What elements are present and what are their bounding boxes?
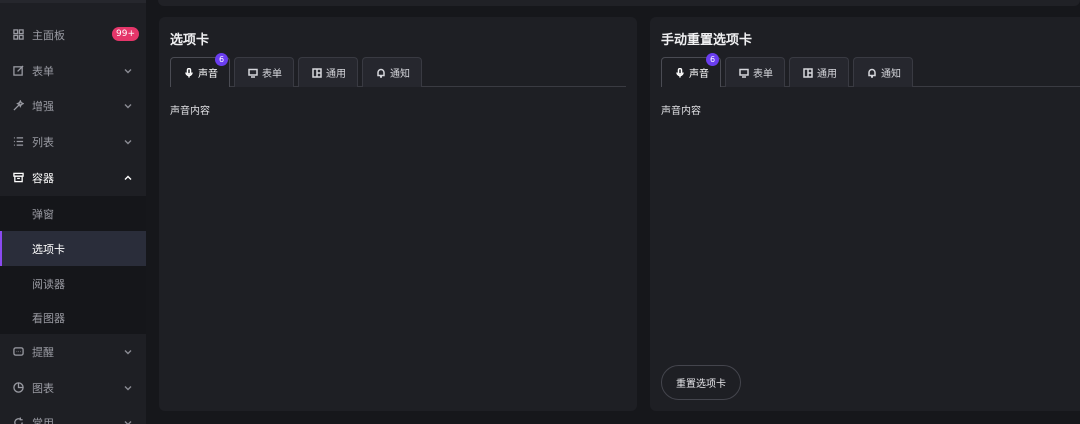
refresh-icon [12, 417, 24, 424]
tab-count-badge: 6 [215, 53, 228, 66]
reset-tabs-button[interactable]: 重置选项卡 [661, 365, 741, 400]
tab-general[interactable]: 通用 [298, 57, 358, 87]
top-panel-edge [158, 0, 1080, 6]
pie-chart-icon [12, 382, 24, 394]
archive-box-icon [12, 172, 24, 184]
chevron-down-icon [124, 348, 132, 356]
tabs-card: 选项卡 声音 6 表单 通用 通知 声音内容 [159, 17, 637, 411]
sidebar-item-dashboard[interactable]: 主面板 99+ [0, 17, 146, 52]
sidebar-item-label: 常用 [32, 416, 54, 424]
tab-label: 表单 [262, 69, 282, 80]
monitor-icon [739, 68, 749, 78]
sidebar-subitem-label: 弹窗 [32, 207, 54, 221]
sidebar-subitem-image-viewer[interactable]: 看图器 [0, 300, 146, 335]
sidebar-item-container[interactable]: 容器 [0, 160, 146, 195]
tab-content: 声音内容 [170, 106, 210, 117]
sidebar: 主面板 99+ 表单 增强 列表 容器 弹窗 选项卡 阅读器 看图器 提醒 图表… [0, 0, 146, 424]
chevron-down-icon [124, 67, 132, 75]
tab-count-badge: 6 [706, 53, 719, 66]
tab-general[interactable]: 通用 [789, 57, 849, 87]
manual-reset-tabs-card: 手动重置选项卡 声音 6 表单 通用 通知 声音内容 重置选项卡 [650, 17, 1080, 411]
list-icon [12, 136, 24, 148]
sidebar-item-label: 表单 [32, 64, 54, 78]
sidebar-item-common[interactable]: 常用 [0, 405, 146, 424]
sidebar-item-label: 容器 [32, 171, 54, 185]
sidebar-item-alert[interactable]: 提醒 [0, 334, 146, 369]
sidebar-item-label: 列表 [32, 135, 54, 149]
tab-content: 声音内容 [661, 106, 701, 117]
notification-badge: 99+ [112, 27, 139, 41]
layout-icon [312, 67, 322, 78]
dashboard-grid-icon [12, 29, 24, 41]
tab-label: 通用 [817, 69, 837, 80]
microphone-icon [675, 67, 685, 78]
message-icon [12, 346, 24, 358]
sidebar-item-chart[interactable]: 图表 [0, 370, 146, 405]
tab-label: 声音 [198, 69, 218, 80]
bell-icon [376, 68, 386, 78]
chevron-down-icon [124, 102, 132, 110]
sidebar-item-label: 图表 [32, 381, 54, 395]
sidebar-top-divider [0, 0, 146, 3]
tab-sound[interactable]: 声音 6 [661, 53, 721, 87]
sidebar-item-label: 增强 [32, 99, 54, 113]
sidebar-subitem-reader[interactable]: 阅读器 [0, 266, 146, 301]
card-title: 手动重置选项卡 [661, 33, 753, 48]
sidebar-item-enhance[interactable]: 增强 [0, 88, 146, 123]
monitor-icon [248, 68, 258, 78]
sidebar-subitem-label: 看图器 [32, 311, 65, 325]
form-edit-icon [12, 65, 24, 77]
sidebar-subitem-tabs[interactable]: 选项卡 [0, 231, 146, 266]
microphone-icon [184, 67, 194, 78]
tab-form[interactable]: 表单 [725, 57, 785, 87]
tab-label: 声音 [689, 69, 709, 80]
chevron-down-icon [124, 138, 132, 146]
sidebar-item-label: 提醒 [32, 345, 54, 359]
card-title: 选项卡 [170, 33, 210, 48]
tab-label: 通知 [881, 69, 901, 80]
tab-label: 通知 [390, 69, 410, 80]
chevron-down-icon [124, 419, 132, 424]
tab-label: 通用 [326, 69, 346, 80]
sidebar-item-label: 主面板 [32, 28, 65, 42]
magic-wand-icon [12, 100, 24, 112]
sidebar-submenu: 弹窗 选项卡 阅读器 看图器 [0, 196, 146, 334]
sidebar-item-form[interactable]: 表单 [0, 53, 146, 88]
chevron-up-icon [124, 174, 132, 182]
sidebar-item-list[interactable]: 列表 [0, 124, 146, 159]
sidebar-subitem-dialog[interactable]: 弹窗 [0, 196, 146, 231]
tab-notification[interactable]: 通知 [362, 57, 422, 87]
layout-icon [803, 67, 813, 78]
sidebar-subitem-label: 阅读器 [32, 277, 65, 291]
chevron-down-icon [124, 384, 132, 392]
bell-icon [867, 68, 877, 78]
tab-label: 表单 [753, 69, 773, 80]
tab-notification[interactable]: 通知 [853, 57, 913, 87]
sidebar-subitem-label: 选项卡 [32, 242, 65, 256]
tab-form[interactable]: 表单 [234, 57, 294, 87]
tab-sound[interactable]: 声音 6 [170, 53, 230, 87]
